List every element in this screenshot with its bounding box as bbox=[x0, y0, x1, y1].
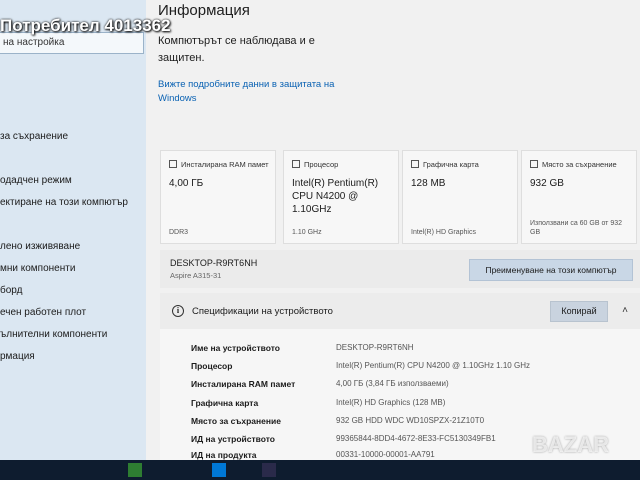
spec-value: 00331-10000-00001-AA791 bbox=[336, 450, 435, 459]
spec-row: Инсталирана RAM памет 4,00 ГБ (3,84 ГБ и… bbox=[191, 379, 631, 397]
spec-value: 99365844-8DD4-4672-8E33-FC5130349FB1 bbox=[336, 434, 496, 443]
sidebar-item-about[interactable]: рмация bbox=[0, 346, 146, 368]
sidebar-item-remote-desktop[interactable]: ечен работен плот bbox=[0, 302, 146, 324]
sidebar-item-system-components[interactable]: мни компоненти bbox=[0, 258, 146, 280]
bazar-watermark-logo: BAZAR bbox=[532, 432, 609, 457]
about-page: Информация Компютърът се наблюдава и е з… bbox=[146, 0, 640, 460]
storage-card: Място за съхранение 932 GB Използвани са… bbox=[521, 150, 637, 244]
spec-label: ИД на устройството bbox=[191, 434, 275, 444]
gpu-card: Графична карта 128 MB Intel(R) HD Graphi… bbox=[402, 150, 518, 244]
seller-overlay-text: Потребител 4013362 bbox=[0, 16, 171, 35]
cpu-card-title: Процесор bbox=[304, 160, 339, 169]
settings-sidebar: на настройка за съхранение одадчен режим… bbox=[0, 0, 146, 460]
taskbar-app-icon[interactable] bbox=[128, 463, 142, 477]
spec-row: Име на устройството DESKTOP-R9RT6NH bbox=[191, 343, 631, 361]
spec-row: Графична карта Intel(R) HD Graphics (128… bbox=[191, 398, 631, 416]
cpu-card-sub: 1.10 GHz bbox=[292, 229, 322, 236]
spec-label: Графична карта bbox=[191, 398, 259, 408]
device-name: DESKTOP-R9RT6NH bbox=[170, 258, 258, 268]
ram-card: Инсталирана RAM памет 4,00 ГБ DDR3 bbox=[160, 150, 276, 244]
ram-card-value: 4,00 ГБ bbox=[169, 178, 204, 189]
device-model: Aspire A315-31 bbox=[170, 271, 222, 280]
spec-value: Intel(R) Pentium(R) CPU N4200 @ 1.10GHz … bbox=[336, 361, 530, 370]
spec-label: Процесор bbox=[191, 361, 233, 371]
spec-label: ИД на продукта bbox=[191, 450, 257, 460]
sidebar-item-0[interactable] bbox=[0, 104, 146, 126]
gpu-card-title: Графична карта bbox=[423, 160, 479, 169]
cpu-card-value: Intel(R) Pentium(R) CPU N4200 @ 1.10GHz bbox=[292, 178, 379, 215]
cpu-icon bbox=[292, 160, 300, 168]
sidebar-nav: за съхранение одадчен режим ектиране на … bbox=[0, 104, 146, 368]
taskbar-app-icon[interactable] bbox=[212, 463, 226, 477]
specs-title: Спецификации на устройството bbox=[192, 306, 333, 317]
sidebar-item-optional-features[interactable]: ълнителни компоненти bbox=[0, 324, 146, 346]
taskbar-app-icon[interactable] bbox=[262, 463, 276, 477]
spec-value: 4,00 ГБ (3,84 ГБ използваеми) bbox=[336, 379, 449, 388]
sidebar-item-clipboard[interactable]: борд bbox=[0, 280, 146, 302]
specs-header[interactable]: i Спецификации на устройството Копирай ˄ bbox=[160, 293, 640, 329]
sidebar-item-2[interactable] bbox=[0, 148, 146, 170]
spec-row: Процесор Intel(R) Pentium(R) CPU N4200 @… bbox=[191, 361, 631, 379]
sidebar-item-tablet-mode[interactable]: одадчен режим bbox=[0, 170, 146, 192]
spec-label: Име на устройството bbox=[191, 343, 280, 353]
storage-card-title: Място за съхранение bbox=[542, 160, 617, 169]
security-details-link[interactable]: Вижте подробните данни в защитата на Win… bbox=[158, 78, 358, 106]
page-title: Информация bbox=[158, 2, 250, 19]
ram-card-title: Инсталирана RAM памет bbox=[181, 160, 269, 169]
spec-label: Място за съхранение bbox=[191, 416, 281, 426]
cpu-card: Процесор Intel(R) Pentium(R) CPU N4200 @… bbox=[283, 150, 399, 244]
chevron-up-icon[interactable]: ˄ bbox=[618, 305, 632, 317]
rename-pc-button[interactable]: Преименуване на този компютър bbox=[469, 259, 633, 281]
ram-icon bbox=[169, 160, 177, 168]
info-icon: i bbox=[172, 305, 184, 317]
sidebar-item-5[interactable] bbox=[0, 214, 146, 236]
storage-card-value: 932 GB bbox=[530, 178, 564, 189]
spec-value: 932 GB HDD WDC WD10SPZX-21Z10T0 bbox=[336, 416, 485, 425]
gpu-card-value: 128 MB bbox=[411, 178, 446, 189]
sidebar-item-projecting[interactable]: ектиране на този компютър bbox=[0, 192, 146, 214]
sidebar-item-shared-experiences[interactable]: лено изживяване bbox=[0, 236, 146, 258]
ram-card-sub: DDR3 bbox=[169, 229, 189, 236]
device-name-bar: DESKTOP-R9RT6NH Aspire A315-31 Преименув… bbox=[160, 250, 640, 288]
copy-button[interactable]: Копирай bbox=[550, 301, 608, 322]
gpu-icon bbox=[411, 160, 419, 168]
taskbar bbox=[0, 460, 640, 480]
spec-label: Инсталирана RAM памет bbox=[191, 379, 296, 389]
gpu-card-sub: Intel(R) HD Graphics bbox=[411, 229, 476, 236]
storage-icon bbox=[530, 160, 538, 168]
spec-value: Intel(R) HD Graphics (128 MB) bbox=[336, 398, 446, 407]
storage-card-sub: Използвани са 60 GB от 932 GB bbox=[530, 220, 623, 236]
sidebar-item-storage[interactable]: за съхранение bbox=[0, 126, 146, 148]
protection-status-text: Компютърът се наблюдава и е защитен. bbox=[158, 35, 315, 64]
spec-value: DESKTOP-R9RT6NH bbox=[336, 343, 414, 352]
